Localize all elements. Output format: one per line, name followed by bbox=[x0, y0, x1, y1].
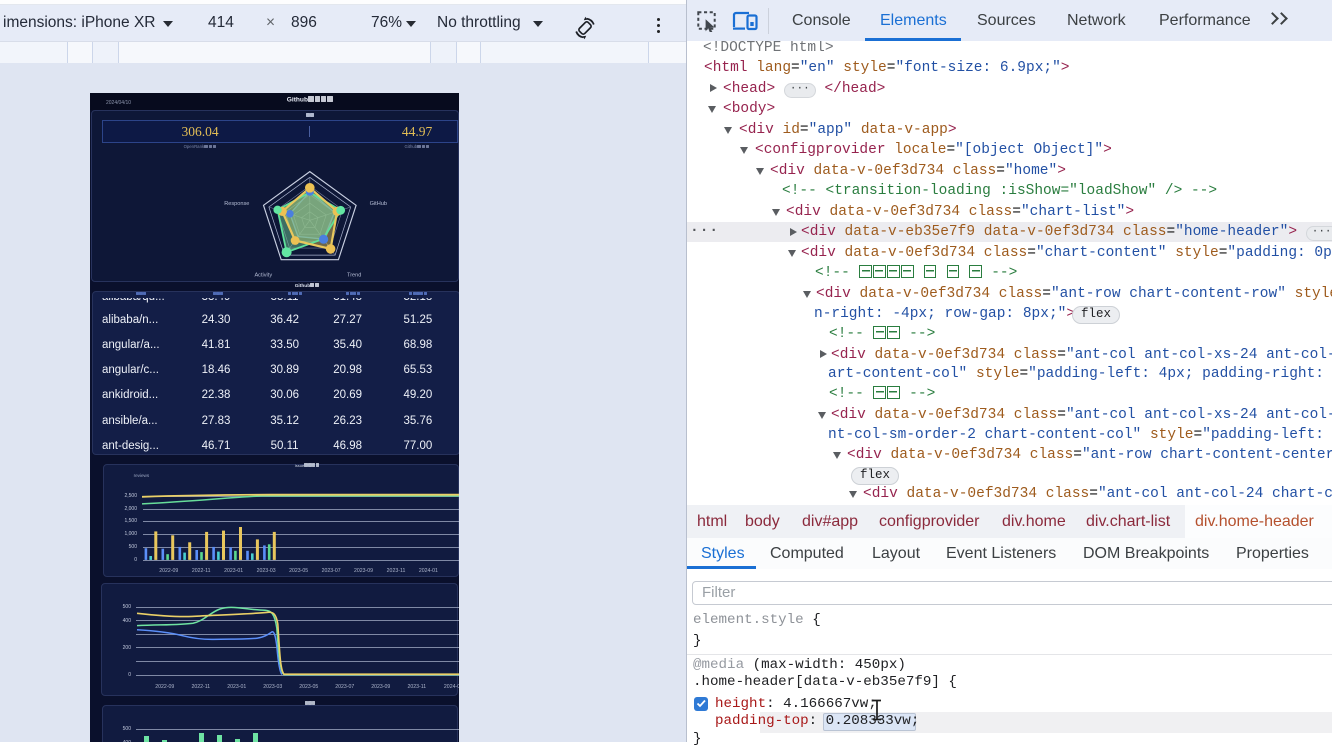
svg-text:Activity: Activity bbox=[254, 273, 272, 279]
svg-text:Trend: Trend bbox=[347, 273, 361, 279]
svg-text:Response: Response bbox=[224, 201, 249, 207]
svg-text:GitHub: GitHub bbox=[370, 201, 387, 207]
